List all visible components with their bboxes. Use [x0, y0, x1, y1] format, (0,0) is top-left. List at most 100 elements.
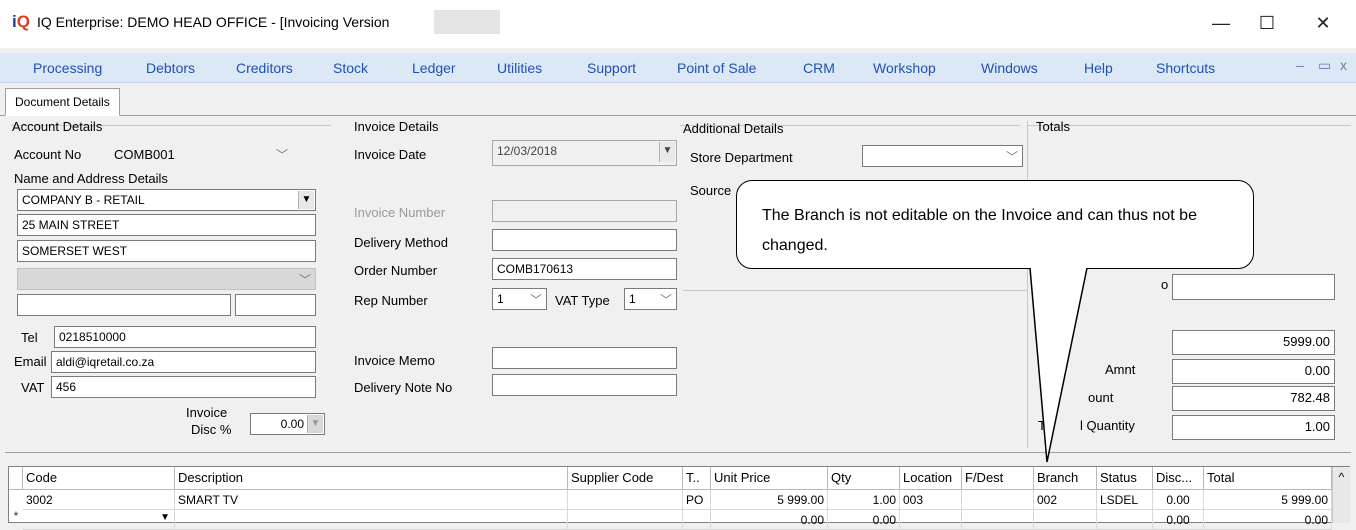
dropdown-arrow-icon[interactable]: ▼ [160, 512, 170, 523]
postal-field-a[interactable] [17, 294, 231, 316]
name-select[interactable]: COMPANY B - RETAIL ▼ [17, 189, 316, 211]
table-cell-description[interactable]: SMART TV [175, 490, 568, 510]
table-cell-unit-price[interactable]: 5 999.00 [711, 490, 828, 510]
column-header-discount[interactable]: Disc... [1153, 467, 1204, 490]
table-cell-type[interactable]: PO [683, 490, 711, 510]
calendar-dropdown-icon[interactable]: ▼ [659, 142, 675, 162]
tab-document-details[interactable]: Document Details [5, 88, 120, 116]
column-header-description[interactable]: Description [175, 467, 568, 490]
divider [1028, 125, 1351, 126]
totals-blank-field[interactable] [1172, 274, 1335, 300]
table-cell-supplier-code[interactable] [568, 510, 683, 530]
menu-shortcuts[interactable]: Shortcuts [1156, 60, 1215, 76]
menu-utilities[interactable]: Utilities [497, 60, 542, 76]
menu-debtors[interactable]: Debtors [146, 60, 195, 76]
account-no-label: Account No [14, 147, 82, 162]
table-cell-status[interactable] [1097, 510, 1153, 530]
vat-type-select[interactable]: 1 ﹀ [624, 288, 677, 310]
table-cell-discount[interactable]: 0.00 [1153, 510, 1204, 530]
order-number-field[interactable]: COMB170613 [492, 258, 677, 280]
column-header-type[interactable]: T.. [683, 467, 711, 490]
rep-number-select[interactable]: 1 ﹀ [492, 288, 547, 310]
close-button[interactable]: ✕ [1300, 8, 1346, 38]
maximize-button[interactable]: ☐ [1244, 8, 1290, 38]
delivery-method-field[interactable] [492, 229, 677, 251]
vat-field[interactable]: 456 [51, 376, 316, 398]
divider [1027, 121, 1028, 448]
menu-stock[interactable]: Stock [333, 60, 368, 76]
menu-creditors[interactable]: Creditors [236, 60, 293, 76]
invoice-number-field [492, 200, 677, 222]
table-cell-status[interactable]: LSDEL [1097, 490, 1153, 510]
table-cell-location[interactable] [900, 510, 962, 530]
column-header-qty[interactable]: Qty [828, 467, 900, 490]
menu-ledger[interactable]: Ledger [412, 60, 456, 76]
name-address-label: Name and Address Details [14, 171, 168, 186]
title-bar: iQ IQ Enterprise: DEMO HEAD OFFICE - [In… [0, 0, 1356, 48]
menu-help[interactable]: Help [1084, 60, 1113, 76]
mdi-minimize-icon[interactable]: – [1296, 57, 1304, 73]
menu-point-of-sale[interactable]: Point of Sale [677, 60, 756, 76]
table-cell-code-new[interactable]: ▼ [23, 510, 175, 530]
column-header-supplier-code[interactable]: Supplier Code [568, 467, 683, 490]
column-header-total[interactable]: Total [1204, 467, 1332, 490]
rep-number-label: Rep Number [354, 293, 428, 308]
invoice-memo-field[interactable] [492, 347, 677, 369]
invoice-disc-field[interactable]: 0.00 ▼ [250, 413, 325, 435]
menu-windows[interactable]: Windows [981, 60, 1038, 76]
table-cell-discount[interactable]: 0.00 [1153, 490, 1204, 510]
mdi-close-icon[interactable]: x [1340, 57, 1347, 73]
dropdown-arrow-icon[interactable]: ▼ [307, 415, 323, 433]
column-header-f-dest[interactable]: F/Dest [962, 467, 1034, 490]
table-cell-total[interactable]: 5 999.00 [1204, 490, 1332, 510]
invoice-disc-value: 0.00 [280, 417, 304, 431]
chevron-down-icon: ﹀ [275, 148, 288, 162]
table-cell-code[interactable]: 3002 [23, 490, 175, 510]
email-field[interactable]: aldi@iqretail.co.za [51, 351, 316, 373]
title-redacted-area [434, 10, 500, 34]
table-cell-total[interactable]: 0.00 [1204, 510, 1332, 530]
table-cell-supplier-code[interactable] [568, 490, 683, 510]
table-cell-location[interactable]: 003 [900, 490, 962, 510]
rep-number-value: 1 [497, 292, 504, 306]
menu-workshop[interactable]: Workshop [873, 60, 936, 76]
column-header-branch[interactable]: Branch [1034, 467, 1097, 490]
delivery-method-label: Delivery Method [354, 235, 448, 250]
table-cell-unit-price[interactable]: 0.00 [711, 510, 828, 530]
mdi-restore-icon[interactable]: ▭ [1318, 57, 1331, 74]
table-cell-f-dest[interactable] [962, 510, 1034, 530]
invoice-date-picker[interactable]: 12/03/2018 ▼ [492, 140, 677, 166]
window-title: IQ Enterprise: DEMO HEAD OFFICE - [Invoi… [37, 14, 390, 30]
menu-processing[interactable]: Processing [33, 60, 102, 76]
discount-amount-field: 0.00 [1172, 359, 1335, 384]
table-cell-qty[interactable]: 0.00 [828, 510, 900, 530]
vat-amount-field: 782.48 [1172, 386, 1335, 411]
tel-value: 0218510000 [59, 330, 126, 344]
tel-field[interactable]: 0218510000 [54, 326, 316, 348]
minimize-button[interactable]: — [1198, 8, 1244, 38]
vertical-scrollbar[interactable]: ^ [1332, 467, 1350, 523]
menu-support[interactable]: Support [587, 60, 636, 76]
menu-crm[interactable]: CRM [803, 60, 835, 76]
account-no-select[interactable]: COMB001 ﹀ [109, 143, 293, 165]
scroll-up-icon[interactable]: ^ [1333, 467, 1350, 484]
table-cell-f-dest[interactable] [962, 490, 1034, 510]
address-line2-field[interactable]: SOMERSET WEST [17, 240, 316, 262]
column-header-status[interactable]: Status [1097, 467, 1153, 490]
table-cell-qty[interactable]: 1.00 [828, 490, 900, 510]
column-header-unit-price[interactable]: Unit Price [711, 467, 828, 490]
table-cell-type[interactable] [683, 510, 711, 530]
dropdown-arrow-icon[interactable]: ▼ [298, 191, 314, 209]
column-header-code[interactable]: Code [23, 467, 175, 490]
table-cell-description[interactable] [175, 510, 568, 530]
new-row-marker: * [13, 509, 19, 523]
column-header-location[interactable]: Location [900, 467, 962, 490]
delivery-note-field[interactable] [492, 374, 677, 396]
total-quantity-label-prefix: T [1038, 418, 1046, 433]
address-line1-field[interactable]: 25 MAIN STREET [17, 214, 316, 236]
store-department-select[interactable]: ﹀ [862, 145, 1023, 167]
postal-field-b[interactable] [235, 294, 316, 316]
address-line3-select[interactable]: ﹀ [17, 268, 316, 290]
tab-strip: Document Details [0, 84, 1356, 116]
table-cell-branch [1034, 510, 1097, 530]
